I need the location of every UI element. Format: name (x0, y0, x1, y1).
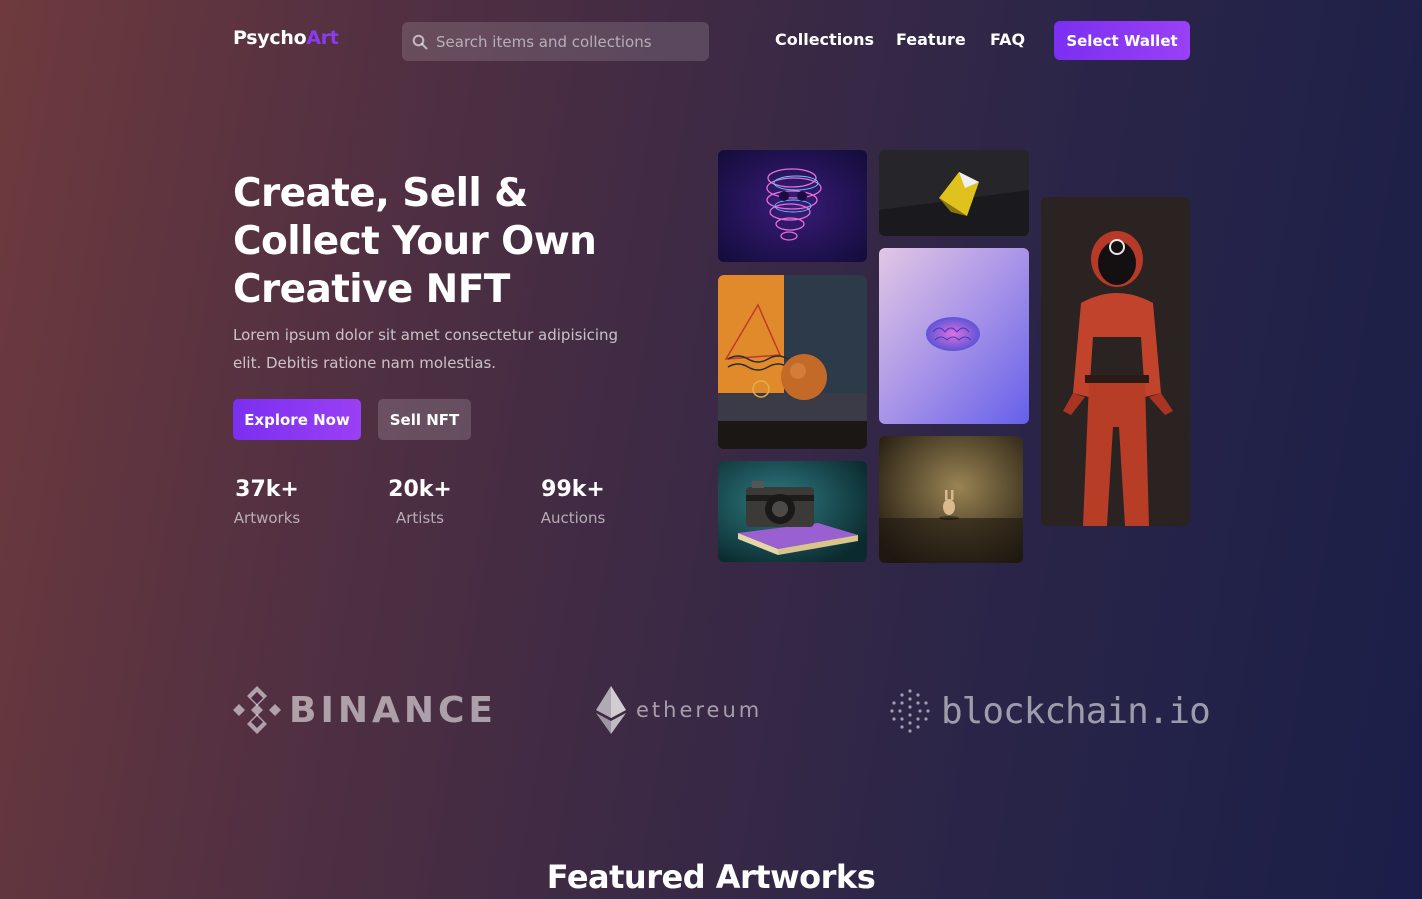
red-suit-figure-artwork[interactable] (1041, 197, 1190, 526)
binance-wordmark: BINANCE (289, 689, 497, 731)
search-bar[interactable] (402, 22, 709, 61)
stat-label: Artists (396, 509, 444, 527)
stat-label: Auctions (540, 509, 606, 527)
search-icon (412, 34, 428, 49)
ethereum-wordmark: ethereum (636, 698, 763, 722)
hero-description: Lorem ipsum dolor sit amet consectetur a… (233, 326, 619, 372)
ethereum-diamond-icon (596, 686, 626, 734)
nav-link-collections[interactable]: Collections (775, 30, 874, 49)
stat-value: 99k+ (541, 477, 605, 502)
brand-name-primary: Psycho (233, 27, 307, 49)
select-wallet-button[interactable]: Select Wallet (1054, 21, 1190, 60)
stat-value: 37k+ (235, 477, 299, 502)
blockchain-io-logo: blockchain.io (889, 688, 1211, 734)
bunny-figure-artwork[interactable] (879, 436, 1023, 563)
nav-link-faq[interactable]: FAQ (990, 30, 1025, 49)
explore-now-button[interactable]: Explore Now (233, 399, 361, 440)
stat-value: 20k+ (388, 477, 452, 502)
nav-link-feature[interactable]: Feature (896, 30, 966, 49)
sell-nft-button[interactable]: Sell NFT (378, 399, 471, 440)
binance-logo: BINANCE (233, 686, 497, 734)
orange-sphere-artwork[interactable] (718, 275, 867, 449)
stat-auctions: 99k+ Auctions (523, 476, 623, 527)
featured-artworks-heading: Featured Artworks (546, 858, 876, 896)
camera-book-artwork[interactable] (718, 461, 867, 562)
hero-title: Create, Sell & Collect Your Own Creative… (233, 171, 597, 312)
brand-logo[interactable]: PsychoArt (233, 27, 339, 49)
brain-artwork[interactable] (879, 248, 1029, 424)
binance-diamond-icon (233, 686, 281, 734)
gold-geometric-artwork[interactable] (879, 150, 1029, 236)
blockchain-dots-icon (890, 689, 930, 733)
blockchain-io-wordmark: blockchain.io (941, 690, 1211, 732)
stat-label: Artworks (233, 509, 301, 527)
top-navbar: PsychoArt Collections Feature FAQ Select… (0, 0, 1422, 80)
stat-artworks: 37k+ Artworks (217, 476, 317, 527)
ethereum-logo: ethereum (596, 686, 762, 734)
brand-name-accent: Art (306, 27, 339, 49)
stat-artists: 20k+ Artists (370, 476, 470, 527)
neon-skull-artwork[interactable] (718, 150, 867, 262)
search-input[interactable] (436, 32, 701, 51)
